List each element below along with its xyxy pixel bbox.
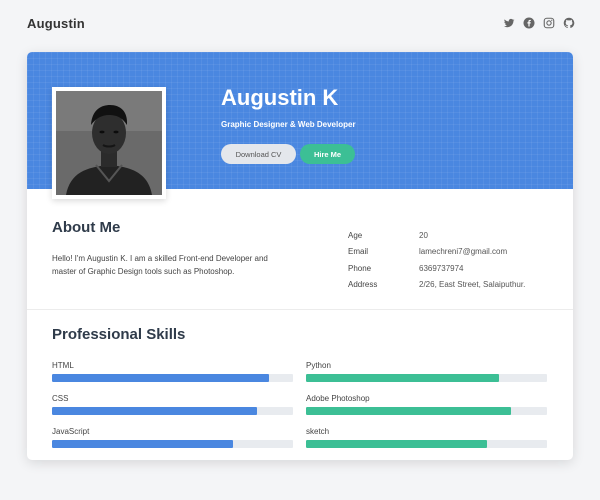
info-row-phone: Phone 6369737974 [348, 260, 525, 277]
info-value: 6369737974 [419, 263, 464, 273]
brand-name[interactable]: Augustin [27, 16, 85, 31]
info-value: lamechreni7@gmail.com [419, 247, 508, 257]
skill-bar [306, 374, 547, 382]
skill-adobe-photoshop: Adobe Photoshop [306, 394, 547, 415]
hire-me-button[interactable]: Hire Me [300, 144, 355, 164]
profile-photo [56, 91, 162, 195]
info-label: Email [348, 247, 369, 257]
profile-card: Augustin K Graphic Designer & Web Develo… [27, 52, 573, 460]
skill-bar-fill [306, 407, 511, 415]
skill-bar [52, 374, 293, 382]
top-bar: Augustin [0, 0, 600, 48]
skill-css: CSS [52, 394, 293, 415]
skill-name: sketch [306, 427, 330, 436]
info-value: 2/26, East Street, Salaiputhur. [419, 280, 526, 290]
skill-bar [52, 440, 293, 448]
twitter-icon[interactable] [503, 17, 515, 29]
social-links [503, 17, 575, 29]
skill-sketch: sketch [306, 427, 547, 448]
profile-photo-frame [52, 87, 166, 199]
skill-name: HTML [52, 361, 74, 370]
skill-bar-fill [306, 374, 499, 382]
personal-info: Age 20 Email lamechreni7@gmail.com Phone… [348, 227, 525, 293]
about-title: About Me [52, 219, 121, 236]
info-label: Phone [348, 263, 372, 273]
skill-name: JavaScript [52, 427, 90, 436]
skill-bar-fill [52, 440, 233, 448]
skill-html: HTML [52, 361, 293, 382]
info-label: Address [348, 280, 378, 290]
info-value: 20 [419, 230, 428, 240]
profile-name: Augustin K [221, 85, 339, 110]
facebook-icon[interactable] [523, 17, 535, 29]
about-text: Hello! I'm Augustin K. I am a skilled Fr… [52, 254, 268, 276]
skill-bar-fill [52, 374, 269, 382]
download-cv-button[interactable]: Download CV [221, 144, 296, 164]
profile-role: Graphic Designer & Web Developer [221, 120, 356, 129]
info-row-address: Address 2/26, East Street, Salaiputhur. [348, 277, 525, 294]
info-row-email: Email lamechreni7@gmail.com [348, 244, 525, 261]
skill-name: Python [306, 361, 331, 370]
info-label: Age [348, 230, 363, 240]
skill-bar [306, 407, 547, 415]
skill-bar [306, 440, 547, 448]
skill-javascript: JavaScript [52, 427, 293, 448]
section-divider [27, 309, 573, 310]
skill-python: Python [306, 361, 547, 382]
skill-name: CSS [52, 394, 69, 403]
skill-bar-fill [52, 407, 257, 415]
instagram-icon[interactable] [543, 17, 555, 29]
skill-bar-fill [306, 440, 487, 448]
skills-title: Professional Skills [52, 326, 186, 343]
info-row-age: Age 20 [348, 227, 525, 244]
skill-name: Adobe Photoshop [306, 394, 370, 403]
github-icon[interactable] [563, 17, 575, 29]
skill-bar [52, 407, 293, 415]
